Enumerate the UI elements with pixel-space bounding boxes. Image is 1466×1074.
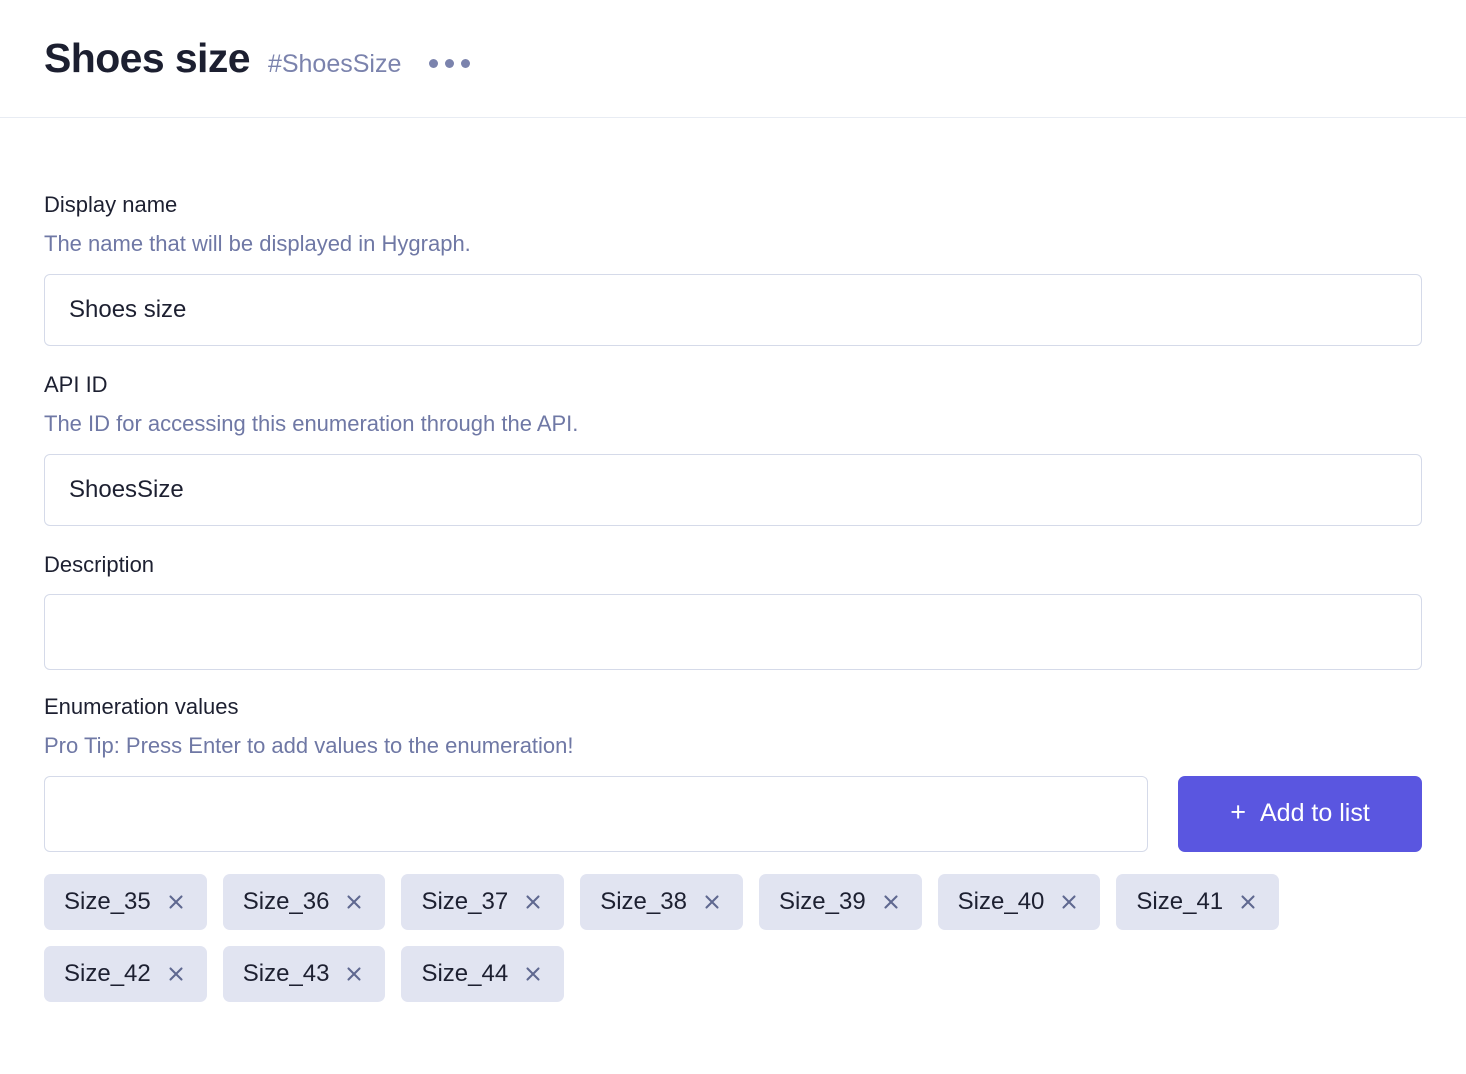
api-id-hint: The ID for accessing this enumeration th… xyxy=(44,411,1422,437)
close-icon[interactable] xyxy=(1058,891,1080,913)
display-name-input[interactable] xyxy=(44,274,1422,346)
enumeration-chip-label: Size_42 xyxy=(64,962,151,986)
enumeration-chip[interactable]: Size_36 xyxy=(223,874,386,930)
more-dot-1 xyxy=(429,59,438,68)
enumeration-values-hint: Pro Tip: Press Enter to add values to th… xyxy=(44,733,1422,759)
page-header-inner: Shoes size #ShoesSize xyxy=(44,38,472,80)
enumeration-chip[interactable]: Size_43 xyxy=(223,946,386,1002)
enumeration-chip-label: Size_38 xyxy=(600,890,687,914)
enumeration-input-row: + Add to list xyxy=(44,776,1422,852)
more-dot-3 xyxy=(461,59,470,68)
close-icon[interactable] xyxy=(522,891,544,913)
page-api-id-tag: #ShoesSize xyxy=(268,52,401,77)
enumeration-chip[interactable]: Size_42 xyxy=(44,946,207,1002)
enumeration-chip[interactable]: Size_35 xyxy=(44,874,207,930)
close-icon[interactable] xyxy=(165,891,187,913)
close-icon[interactable] xyxy=(880,891,902,913)
field-api-id: API ID The ID for accessing this enumera… xyxy=(44,372,1422,526)
close-icon[interactable] xyxy=(701,891,723,913)
enumeration-chip-label: Size_41 xyxy=(1136,890,1223,914)
field-enumeration-values: Enumeration values Pro Tip: Press Enter … xyxy=(44,694,1422,1002)
close-icon[interactable] xyxy=(343,891,365,913)
enumeration-chip-label: Size_40 xyxy=(958,890,1045,914)
page-title: Shoes size xyxy=(44,38,250,79)
enumeration-chip-label: Size_36 xyxy=(243,890,330,914)
enumeration-chip-label: Size_39 xyxy=(779,890,866,914)
more-dot-2 xyxy=(445,59,454,68)
enumeration-value-input[interactable] xyxy=(44,776,1148,852)
close-icon[interactable] xyxy=(1237,891,1259,913)
enumeration-chip-label: Size_44 xyxy=(421,962,508,986)
more-horizontal-icon[interactable] xyxy=(427,51,472,76)
add-to-list-button[interactable]: + Add to list xyxy=(1178,776,1422,852)
plus-icon: + xyxy=(1230,799,1246,826)
add-to-list-label: Add to list xyxy=(1260,799,1370,828)
field-display-name: Display name The name that will be displ… xyxy=(44,192,1422,346)
description-input[interactable] xyxy=(44,594,1422,670)
close-icon[interactable] xyxy=(522,963,544,985)
enumeration-chip[interactable]: Size_38 xyxy=(580,874,743,930)
enumeration-chip-label: Size_37 xyxy=(421,890,508,914)
enumeration-values-label: Enumeration values xyxy=(44,694,1422,720)
enumeration-chip[interactable]: Size_41 xyxy=(1116,874,1279,930)
enumeration-chip[interactable]: Size_40 xyxy=(938,874,1101,930)
close-icon[interactable] xyxy=(165,963,187,985)
display-name-label: Display name xyxy=(44,192,1422,218)
page-header: Shoes size #ShoesSize xyxy=(0,0,1466,118)
api-id-label: API ID xyxy=(44,372,1422,398)
close-icon[interactable] xyxy=(343,963,365,985)
display-name-hint: The name that will be displayed in Hygra… xyxy=(44,231,1422,257)
enumeration-chip-label: Size_35 xyxy=(64,890,151,914)
api-id-input[interactable] xyxy=(44,454,1422,526)
enumeration-chip[interactable]: Size_44 xyxy=(401,946,564,1002)
form-content: Display name The name that will be displ… xyxy=(0,118,1466,1002)
enumeration-chip[interactable]: Size_37 xyxy=(401,874,564,930)
enumeration-chip[interactable]: Size_39 xyxy=(759,874,922,930)
description-label: Description xyxy=(44,552,1422,578)
field-description: Description xyxy=(44,552,1422,670)
enumeration-chip-label: Size_43 xyxy=(243,962,330,986)
enumeration-chip-list: Size_35 Size_36 Size_37 Size_38 Size_39 Size_… xyxy=(44,874,1422,1002)
